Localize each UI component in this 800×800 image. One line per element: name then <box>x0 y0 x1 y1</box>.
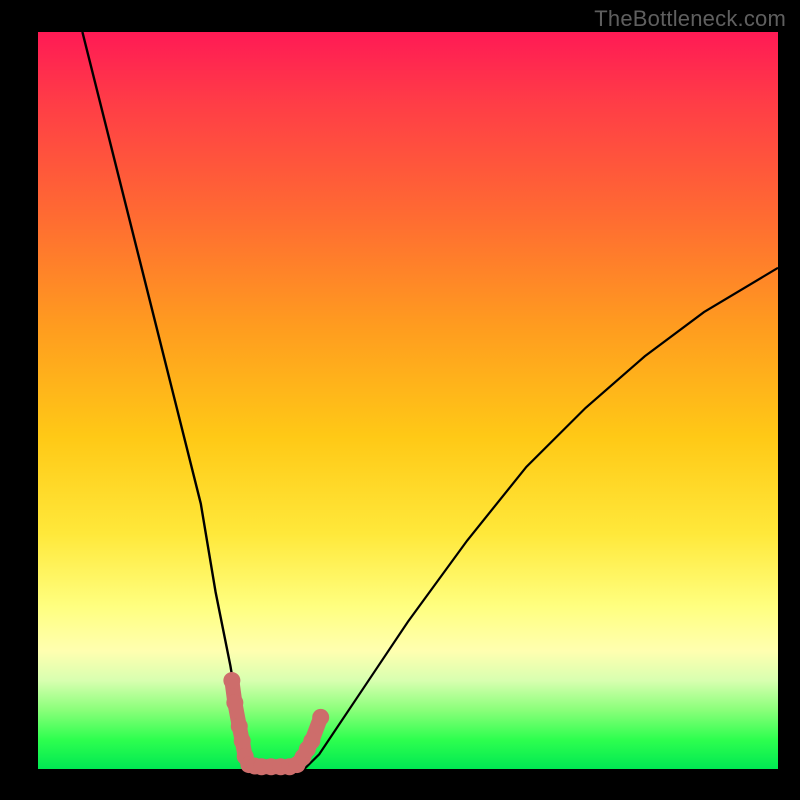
watermark-text: TheBottleneck.com <box>594 6 786 32</box>
marker-dot <box>231 718 248 735</box>
curve-layer <box>38 32 778 769</box>
marker-dot <box>303 732 320 749</box>
marker-dot <box>226 694 243 711</box>
marker-dot <box>223 672 240 689</box>
marker-dot <box>234 732 251 749</box>
right-curve <box>304 268 778 769</box>
left-curve <box>82 32 260 769</box>
plot-area <box>38 32 778 769</box>
marker-dot <box>312 709 329 726</box>
chart-frame: TheBottleneck.com <box>0 0 800 800</box>
